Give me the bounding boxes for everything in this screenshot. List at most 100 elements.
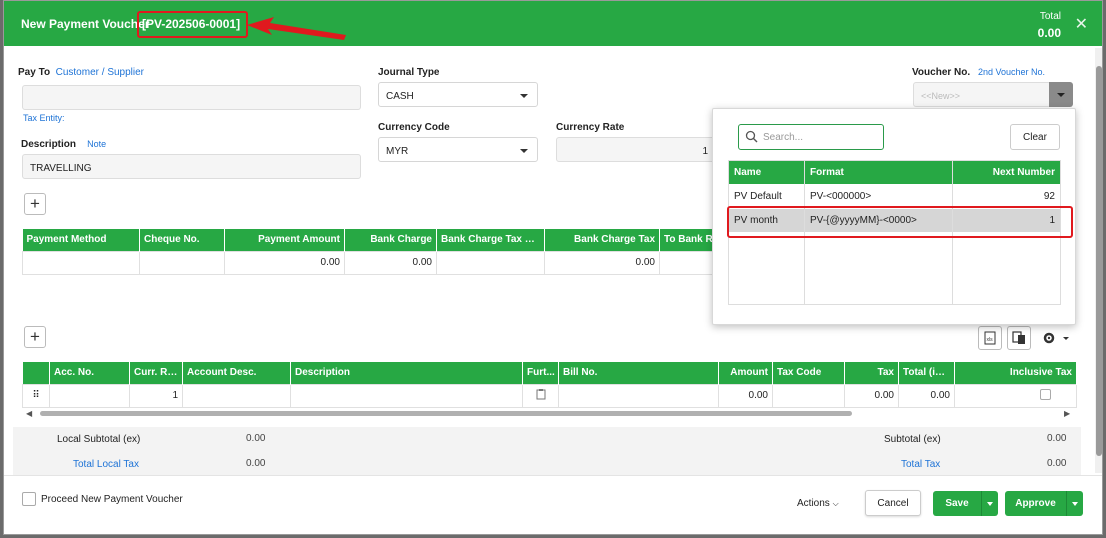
actions-menu[interactable]: Actions ⌵ [797,498,839,509]
payment-table: Payment Method Cheque No. Payment Amount… [22,229,715,275]
vertical-scrollbar[interactable] [1095,48,1102,473]
col-total-inc[interactable]: Total (inc) [898,362,955,384]
excel-export-icon[interactable]: xls [978,326,1002,350]
table-row[interactable]: 0.00 0.00 0.00 [22,250,715,275]
col-payment-method[interactable]: Payment Method [22,229,140,251]
col-name[interactable]: Name [734,167,761,178]
proceed-new-checkbox[interactable] [22,492,36,506]
chevron-down-icon [520,94,528,98]
table-cell[interactable] [182,383,291,408]
col-inclusive-tax[interactable]: Inclusive Tax [954,362,1077,384]
total-tax-link[interactable]: Total Tax [901,459,940,470]
table-cell[interactable]: 1 [129,383,183,408]
table-cell[interactable] [49,383,130,408]
format-name: PV Default [734,191,782,202]
col-account-desc[interactable]: Account Desc. [182,362,291,384]
col-curr-rate[interactable]: Curr. Rate [129,362,183,384]
currency-code-select[interactable]: MYR [378,137,538,162]
table-cell[interactable]: 0.00 [544,250,660,275]
table-cell[interactable] [139,250,225,275]
col-bank-charge-tax[interactable]: Bank Charge Tax [544,229,660,251]
voucher-no-label: Voucher No. [912,67,971,78]
add-detail-row-button[interactable]: + [24,326,46,348]
tax-entity-link[interactable]: Tax Entity: [23,113,65,123]
total-local-tax-link[interactable]: Total Local Tax [73,459,139,470]
drag-handle-icon[interactable]: ⠿ [22,383,50,408]
description-input[interactable]: TRAVELLING [22,154,361,179]
customer-link[interactable]: Customer [56,67,99,78]
clear-button[interactable]: Clear [1010,124,1060,150]
scrollbar-thumb[interactable] [40,411,852,416]
total-tax-value: 0.00 [1047,458,1067,469]
scroll-right-icon[interactable]: ▶ [1064,409,1070,418]
scrollbar-thumb[interactable] [1096,66,1102,456]
col-bill-no[interactable]: Bill No. [558,362,719,384]
table-cell[interactable] [659,250,715,275]
journal-type-select[interactable]: CASH [378,82,538,107]
voucher-no-input[interactable]: <<New>> [913,82,1051,107]
col-drag [22,362,50,384]
col-tax[interactable]: Tax [844,362,899,384]
save-button[interactable]: Save [933,491,981,516]
col-format[interactable]: Format [810,167,844,178]
svg-text:xls: xls [987,337,994,343]
horizontal-scrollbar[interactable]: ◀ ▶ [26,409,1074,418]
approve-button[interactable]: Approve [1005,491,1066,516]
pay-to-input[interactable] [22,85,361,110]
pay-to-label: Pay To Customer / Supplier [18,67,145,78]
col-payment-amount[interactable]: Payment Amount [224,229,345,251]
col-amount[interactable]: Amount [718,362,773,384]
col-cheque-no[interactable]: Cheque No. [139,229,225,251]
journal-type-value: CASH [386,91,414,102]
chevron-down-icon [987,502,993,506]
add-payment-row-button[interactable]: + [24,193,46,215]
format-pattern: PV-<000000> [810,191,872,202]
col-to-bank-rate[interactable]: To Bank Ra [659,229,715,251]
save-options-button[interactable] [981,491,998,516]
voucher-no-dropdown-button[interactable] [1049,82,1073,107]
col-bank-charge-tax-code[interactable]: Bank Charge Tax Code [436,229,545,251]
scroll-left-icon[interactable]: ◀ [26,409,32,418]
table-cell[interactable]: 0.00 [224,250,345,275]
chevron-down-icon [1072,502,1078,506]
close-icon[interactable]: ✕ [1075,14,1088,34]
table-cell[interactable] [772,383,845,408]
copy-icon[interactable] [1007,326,1031,350]
col-next-number[interactable]: Next Number [993,167,1055,178]
supplier-link[interactable]: Supplier [107,67,144,78]
total-label: Total [1039,11,1061,22]
table-cell[interactable] [290,383,523,408]
col-acc-no[interactable]: Acc. No. [49,362,130,384]
approve-options-button[interactable] [1066,491,1083,516]
table-cell[interactable] [436,250,545,275]
table-cell[interactable]: 0.00 [718,383,773,408]
local-subtotal-label: Local Subtotal (ex) [57,434,141,445]
annotation-arrow-icon [247,17,346,40]
voucher-number-dropdown: Search... Clear Name Format Next Number … [712,108,1076,325]
col-further[interactable]: Furt... [522,362,559,384]
table-cell[interactable]: 0.00 [898,383,955,408]
col-description[interactable]: Description [290,362,523,384]
table-cell[interactable] [558,383,719,408]
local-subtotal-value: 0.00 [246,433,266,444]
table-cell[interactable]: 0.00 [844,383,899,408]
table-row[interactable]: ⠿ 1 0.00 0.00 0.00 [22,383,1077,408]
table-cell[interactable]: 0.00 [344,250,437,275]
clipboard-icon[interactable] [522,383,559,408]
col-tax-code[interactable]: Tax Code [772,362,845,384]
second-voucher-link[interactable]: 2nd Voucher No. [978,67,1045,77]
cancel-button[interactable]: Cancel [865,490,921,516]
voucher-search-input[interactable]: Search... [738,124,884,150]
currency-code-label: Currency Code [378,122,450,133]
total-value: 0.00 [1037,26,1061,40]
description-label: Description Note [21,139,107,150]
currency-rate-input[interactable]: 1 [556,137,716,162]
note-link[interactable]: Note [87,139,106,149]
table-cell[interactable] [22,250,140,275]
gear-icon[interactable] [1042,330,1074,346]
journal-type-label: Journal Type [378,67,440,78]
list-item[interactable]: PV Default PV-<000000> 92 [729,185,1060,208]
actions-label: Actions [797,498,830,509]
col-bank-charge[interactable]: Bank Charge [344,229,437,251]
inclusive-tax-checkbox[interactable] [954,383,1077,408]
